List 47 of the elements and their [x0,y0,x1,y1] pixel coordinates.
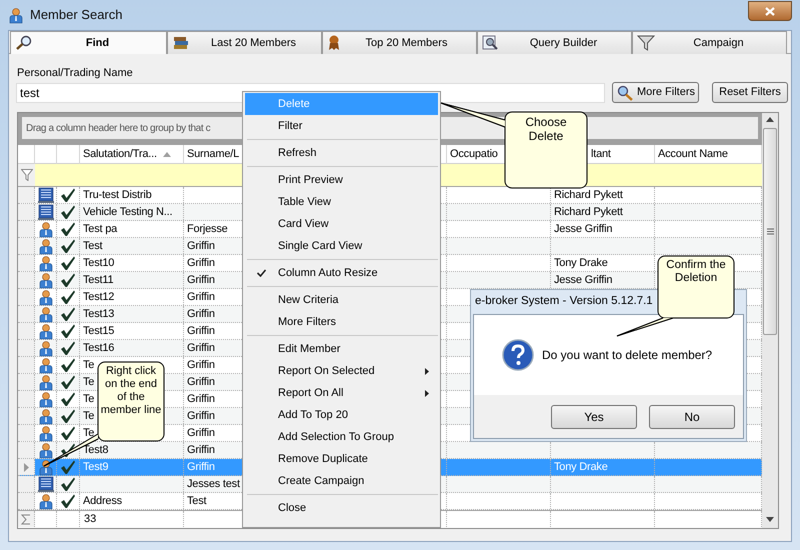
table-cell-text: Griffin [187,392,215,407]
table-cell-text: Griffin [187,256,215,271]
table-cell-text: Test [83,238,102,254]
table-cell-text: Te [83,374,94,390]
field-label: Personal/Trading Name [17,66,133,81]
table-cell-text: Forjesse [187,222,228,237]
table-cell-text: Test13 [83,306,114,322]
table-cell-text: Test pa [83,222,118,237]
table-cell-text: Griffin [187,306,215,322]
table-cell-text: Test15 [83,324,114,339]
table-cell-text: Test8 [83,442,108,458]
dialog-title: e-broker System - Version 5.12.7.1 [475,294,653,310]
table-cell-text: Griffin [187,272,215,288]
table-cell-text: Griffin [187,324,215,339]
table-cell-text: Vehicle Testing N... [83,204,172,220]
table-cell-text: Griffin [187,290,215,305]
table-cell-text: Griffin [187,408,215,424]
table-cell-text: Tru-test Distrib [83,188,152,203]
table-cell-text: Griffin [187,358,215,373]
table-cell-text: Test11 [83,272,114,288]
table-cell-text: Jesse Griffin [554,272,612,288]
row-count: 33 [84,512,96,527]
table-cell-text: Jesse Griffin [554,222,612,237]
table-cell-text: Test10 [83,256,114,271]
table-cell-text: Griffin [187,374,215,390]
table-cell-text: Griffin [187,426,215,441]
table-cell-text: Griffin [187,238,215,254]
table-cell-text: Richard Pykett [554,188,623,203]
table-cell-text: Griffin [187,340,215,356]
table-cell-text: Richard Pykett [554,204,623,220]
table-cell-text: Griffin [187,460,215,475]
table-cell-text: Griffin [187,442,215,458]
table-cell-text: Jesses test [187,476,240,492]
table-cell-text: Tony Drake [554,256,608,271]
dialog-message: Do you want to delete member? [542,347,712,364]
table-cell-text: Address [83,494,122,509]
table-cell-text: Te [83,358,94,373]
table-cell-text: Te [83,426,94,441]
table-cell-text: Te [83,392,94,407]
window-title: Member Search [30,6,122,24]
table-cell-text: Tony Drake [554,460,608,475]
group-hint: Drag a column header here to group by that c [26,122,210,136]
table-cell-text: Te [83,408,94,424]
table-cell-text: Test9 [83,460,108,475]
table-cell-text: Test [187,494,206,509]
table-cell-text: Test12 [83,290,114,305]
table-cell-text: Test16 [83,340,114,356]
